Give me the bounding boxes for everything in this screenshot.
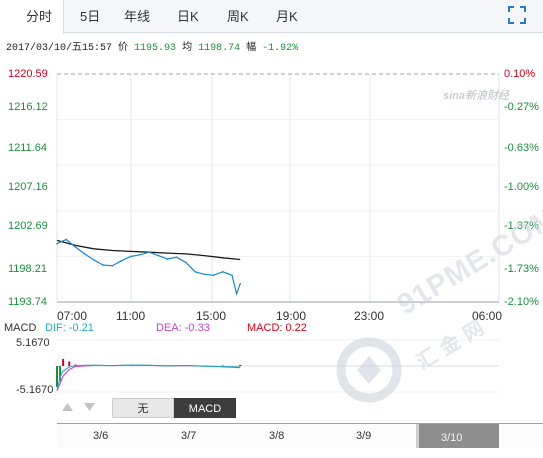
price-point — [175, 256, 178, 259]
macd-indicator-name: MACD — [4, 322, 37, 334]
x-tick: 19:00 — [276, 309, 307, 323]
navigator-day[interactable]: 3/7 — [181, 430, 196, 442]
price-point — [93, 259, 95, 261]
gold-chart-widget: 分时 5日 年线 日K 周K 月K 2017/03/10/五15:57 价 11… — [0, 0, 543, 458]
sina-finance-logo: sina新浪财经 — [443, 87, 509, 103]
price-point — [83, 253, 86, 255]
price-point — [212, 274, 215, 276]
sina-logo-mark: sina — [443, 90, 466, 102]
x-tick: 11:00 — [116, 309, 146, 323]
macd-axis-min: -5.1670 — [16, 384, 54, 396]
price-point — [129, 255, 132, 258]
price-point — [194, 270, 196, 273]
price-point — [111, 265, 114, 267]
price-point — [239, 282, 242, 285]
price-point — [166, 258, 169, 260]
day-navigator[interactable]: 3/6 3/7 3/8 3/9 3/10 — [57, 423, 543, 448]
navigator-day[interactable]: 3/9 — [356, 430, 371, 442]
macd-dea-line — [56, 364, 241, 391]
price-point — [65, 238, 68, 241]
price-point — [74, 246, 77, 248]
price-point — [56, 242, 58, 245]
y-tick-left: 1207.16 — [8, 181, 48, 193]
y-tick-left: 1211.64 — [8, 142, 47, 154]
x-tick: 15:00 — [196, 309, 227, 323]
price-point — [235, 293, 238, 295]
expand-down-icon[interactable] — [82, 400, 97, 414]
y-tick-right: -0.63% — [504, 142, 539, 154]
macd-dea-value: DEA: -0.33 — [156, 322, 210, 334]
y-tick-right: -1.00% — [504, 181, 539, 193]
navigator-day[interactable]: 3/6 — [93, 430, 108, 442]
price-point — [231, 274, 233, 276]
y-tick-left: 1220.59 — [8, 68, 48, 80]
macd-dif-value: DIF: -0.21 — [45, 322, 94, 334]
collapse-up-icon[interactable] — [60, 400, 75, 414]
sina-logo-text: 新浪财经 — [465, 90, 510, 102]
price-point — [148, 251, 150, 254]
macd-dif-line — [56, 364, 241, 391]
price-point — [157, 254, 160, 257]
x-tick: 07:00 — [57, 309, 88, 323]
y-tick-left: 1198.21 — [8, 263, 47, 275]
price-point — [203, 273, 206, 276]
price-point — [139, 253, 141, 256]
navigator-selected-day: 3/10 — [441, 432, 463, 444]
price-point — [185, 261, 187, 264]
price-point — [120, 259, 123, 262]
macd-axis-max: 5.1670 — [16, 337, 50, 349]
indicator-tab-none[interactable]: 无 — [112, 398, 174, 418]
navigator-day[interactable]: 3/8 — [269, 430, 284, 442]
y-tick-left: 1216.12 — [8, 101, 48, 113]
y-tick-right: 0.10% — [504, 68, 536, 80]
y-tick-left: 1193.74 — [8, 296, 47, 308]
macd-hist-value: MACD: 0.22 — [247, 322, 307, 334]
price-point — [102, 264, 104, 266]
y-tick-right: -0.27% — [504, 101, 539, 113]
y-tick-left: 1202.69 — [8, 220, 48, 232]
indicator-tab-macd[interactable]: MACD — [174, 398, 236, 418]
price-point — [221, 270, 224, 273]
